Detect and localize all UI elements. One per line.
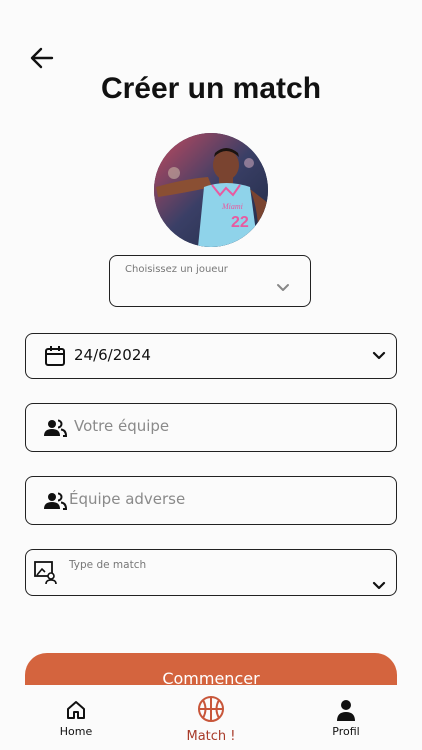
- player-select[interactable]: Choisissez un joueur: [109, 255, 311, 307]
- back-button[interactable]: [28, 44, 56, 72]
- team-input[interactable]: Votre équipe: [25, 403, 397, 452]
- nav-home-label: Home: [59, 725, 93, 738]
- svg-text:22: 22: [231, 214, 249, 231]
- match-type-icon: [34, 561, 57, 585]
- nav-item-home[interactable]: Home: [51, 699, 101, 738]
- opponent-input[interactable]: Équipe adverse: [25, 476, 397, 525]
- opponent-placeholder: Équipe adverse: [69, 490, 186, 508]
- chevron-down-icon: [372, 581, 386, 590]
- chevron-down-icon: [277, 284, 289, 291]
- match-type-select[interactable]: Type de match: [25, 549, 397, 596]
- person-icon: [337, 700, 355, 721]
- svg-text:Miami: Miami: [221, 202, 243, 211]
- date-value: 24/6/2024: [74, 346, 151, 364]
- calendar-icon: [45, 346, 65, 366]
- nav-match-label: Match !: [186, 729, 236, 744]
- player-select-label: Choisissez un joueur: [125, 264, 228, 275]
- team-placeholder: Votre équipe: [74, 417, 170, 435]
- basketball-icon: [198, 696, 224, 722]
- date-picker[interactable]: 24/6/2024: [25, 333, 397, 379]
- arrow-left-icon: [30, 47, 54, 69]
- nav-item-profile[interactable]: Profil: [321, 699, 371, 738]
- chevron-down-icon: [372, 351, 386, 360]
- player-avatar: Miami 22: [154, 133, 268, 247]
- page-title: Créer un match: [100, 72, 322, 105]
- home-icon: [67, 701, 85, 719]
- group-icon: [44, 492, 67, 510]
- match-type-label: Type de match: [69, 559, 147, 571]
- nav-profile-label: Profil: [332, 725, 360, 738]
- group-icon: [44, 419, 67, 437]
- bottom-nav: Home Match ! Profil: [0, 685, 422, 750]
- nav-item-match[interactable]: Match !: [176, 695, 246, 744]
